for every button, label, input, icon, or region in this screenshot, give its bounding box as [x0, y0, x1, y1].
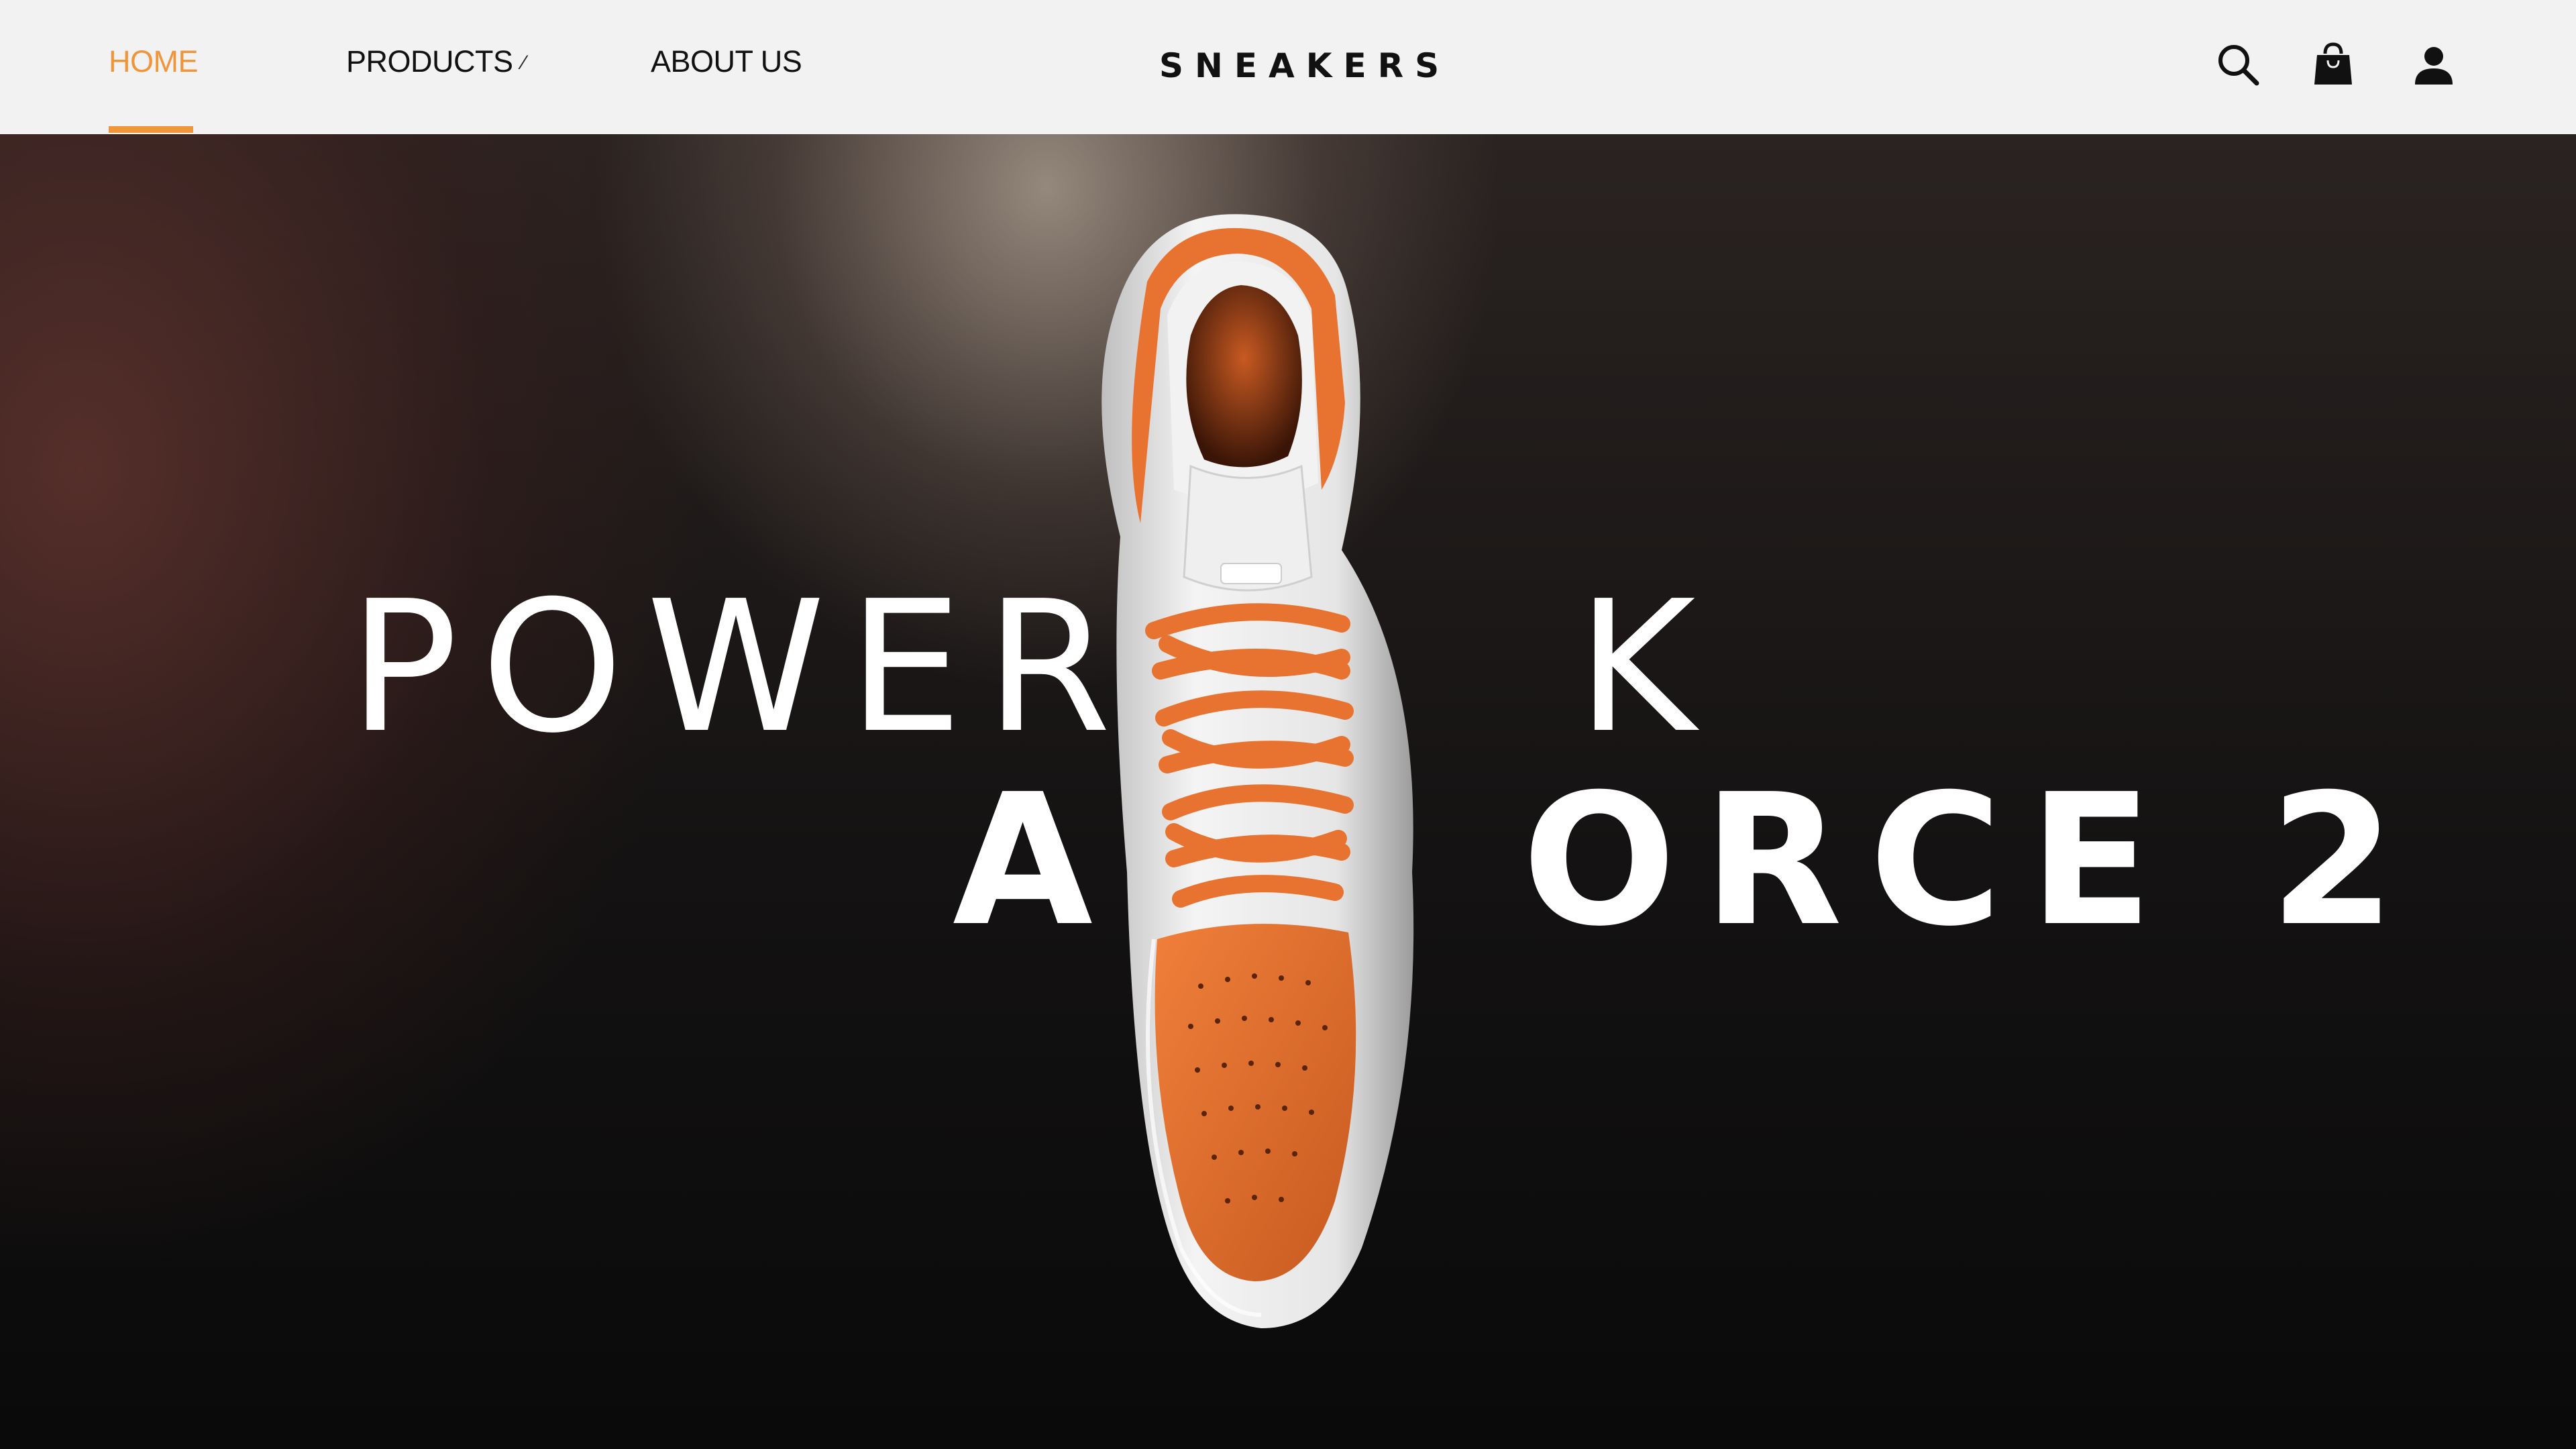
user-icon[interactable] [2410, 40, 2458, 89]
search-icon[interactable] [2214, 40, 2262, 89]
sneaker-product-image [1046, 201, 1503, 1342]
nav-about-link[interactable]: ABOUT US [651, 42, 802, 82]
page: HOME PRODUCTS ⁄ ABOUT US SNEAKERS POWER … [0, 0, 2576, 1449]
nav-products-link[interactable]: PRODUCTS ⁄ [346, 42, 525, 82]
chevron-down-icon: ⁄ [522, 52, 526, 74]
hero-title-word1: POWER [349, 561, 1134, 773]
nav-home-link[interactable]: HOME [109, 42, 199, 82]
hero-title-line2-end: ORCE 2 [1521, 755, 2422, 966]
active-nav-underline [109, 126, 193, 133]
nav-products-label: PRODUCTS [346, 44, 513, 78]
brand-logo[interactable]: SNEAKERS [1159, 44, 1439, 87]
top-navbar: HOME PRODUCTS ⁄ ABOUT US SNEAKERS [0, 0, 2576, 134]
shopping-bag-icon[interactable] [2309, 40, 2357, 89]
hero-title-line1: POWER K [349, 577, 1719, 758]
hero-title-word1-end: K [1576, 561, 1719, 773]
